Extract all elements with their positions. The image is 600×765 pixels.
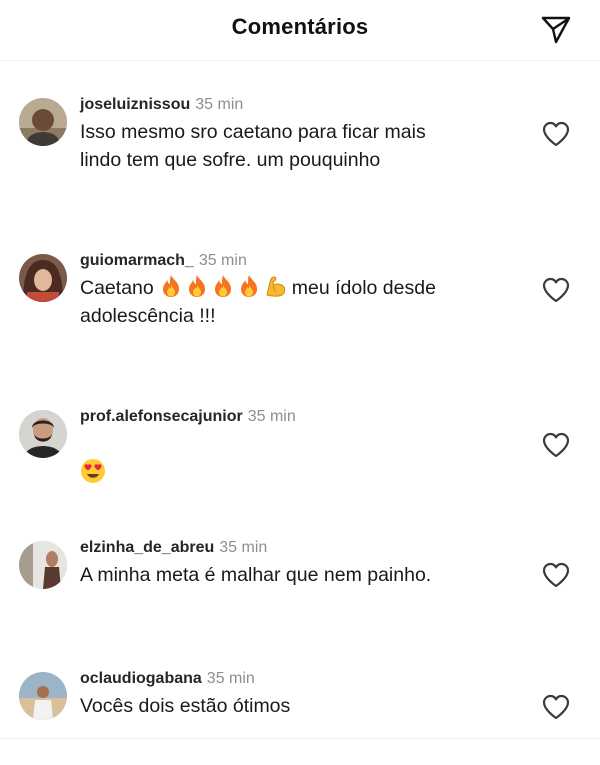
- avatar[interactable]: [19, 254, 67, 302]
- like-button[interactable]: [540, 559, 572, 591]
- heart-outline-icon: [542, 694, 570, 720]
- bottom-divider: [0, 738, 600, 765]
- comment-item: guiomarmach_ 35 min Caetano meu ídolo desd…: [0, 252, 600, 364]
- avatar[interactable]: [19, 98, 67, 146]
- fire-emoji-icon: [240, 275, 257, 297]
- comment-text: Vocês dois estão ótimos: [80, 695, 291, 717]
- comment-meta: joseluiznissou 35 min: [80, 94, 520, 116]
- heart-eyes-emoji-icon: [81, 459, 105, 483]
- username[interactable]: prof.alefonsecajunior: [80, 408, 243, 425]
- comment-body: prof.alefonsecajunior 35 min: [80, 406, 520, 487]
- like-button[interactable]: [540, 274, 572, 306]
- header: Comentários: [0, 0, 600, 61]
- like-button[interactable]: [540, 691, 572, 723]
- comment-text-start: Caetano: [80, 277, 154, 299]
- timestamp: 35 min: [206, 670, 255, 687]
- avatar[interactable]: [19, 410, 67, 458]
- comment-item: prof.alefonsecajunior 35 min: [0, 408, 600, 520]
- avatar[interactable]: [19, 541, 67, 589]
- heart-outline-icon: [542, 121, 570, 147]
- comment-text: Isso mesmo sro caetano para ficar mais l…: [80, 121, 426, 171]
- comment-item: elzinha_de_abreu 35 min A minha meta é ma…: [0, 539, 600, 651]
- emoji-group: [160, 274, 288, 298]
- comment-text-line2: adolescência !!!: [80, 305, 216, 327]
- fire-emoji-icon: [188, 275, 205, 297]
- comment-meta: guiomarmach_ 35 min: [80, 250, 520, 272]
- username[interactable]: oclaudiogabana: [80, 670, 202, 687]
- like-button[interactable]: [540, 429, 572, 461]
- username[interactable]: joseluiznissou: [80, 96, 190, 113]
- comment-body: joseluiznissou 35 min Isso mesmo sro caet…: [80, 94, 520, 174]
- username[interactable]: guiomarmach_: [80, 252, 194, 269]
- comment-body: oclaudiogabana 35 min Vocês dois estão ót…: [80, 668, 520, 720]
- share-button[interactable]: [536, 10, 576, 50]
- comment-meta: oclaudiogabana 35 min: [80, 668, 520, 690]
- flexed-biceps-emoji-icon: [266, 276, 285, 297]
- timestamp: 35 min: [219, 539, 268, 556]
- comment-body: guiomarmach_ 35 min Caetano meu ídolo desd…: [80, 250, 520, 330]
- comment-text: Caetano meu ídolo desde adolescência !!!: [80, 274, 520, 330]
- heart-outline-icon: [542, 562, 570, 588]
- timestamp: 35 min: [247, 408, 296, 425]
- comments-screen: Comentários joseluiznissou 35 min Isso me…: [0, 0, 600, 765]
- timestamp: 35 min: [195, 96, 244, 113]
- heart-outline-icon: [542, 277, 570, 303]
- username[interactable]: elzinha_de_abreu: [80, 539, 214, 556]
- heart-outline-icon: [542, 432, 570, 458]
- comment-text: [80, 430, 520, 487]
- comment-text: A minha meta é malhar que nem painho.: [80, 564, 432, 586]
- comment-body: elzinha_de_abreu 35 min A minha meta é ma…: [80, 537, 520, 589]
- timestamp: 35 min: [198, 252, 247, 269]
- paper-plane-icon: [541, 16, 571, 44]
- page-title: Comentários: [231, 14, 369, 39]
- fire-emoji-icon: [214, 275, 231, 297]
- avatar[interactable]: [19, 672, 67, 720]
- comment-meta: elzinha_de_abreu 35 min: [80, 537, 520, 559]
- fire-emoji-icon: [162, 275, 179, 297]
- like-button[interactable]: [540, 118, 572, 150]
- comment-text-middle: meu ídolo desde: [291, 277, 436, 299]
- comment-item: joseluiznissou 35 min Isso mesmo sro caet…: [0, 96, 600, 208]
- comment-meta: prof.alefonsecajunior 35 min: [80, 406, 520, 428]
